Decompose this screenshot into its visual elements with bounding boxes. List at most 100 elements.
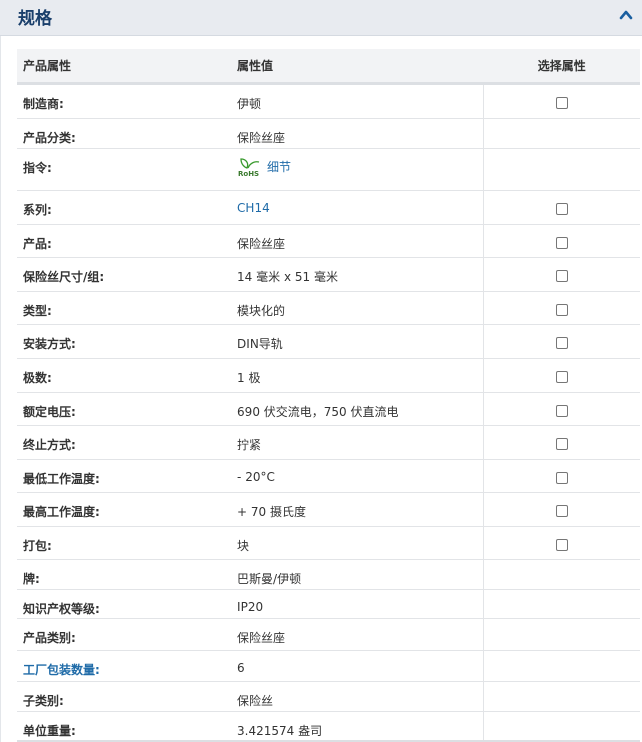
select-cell: [483, 392, 640, 426]
table-row: 单位重量: 3.421574 盎司: [17, 711, 640, 741]
attribute-name: 最高工作温度:: [17, 492, 232, 527]
select-attribute-checkbox[interactable]: [555, 538, 568, 551]
select-cell: [483, 711, 640, 741]
attribute-value: 14 毫米 x 51 毫米: [231, 257, 484, 292]
attribute-name: 打包:: [17, 526, 232, 560]
select-cell: [483, 681, 640, 712]
attribute-name: 知识产权等级:: [17, 589, 232, 619]
attribute-name: 系列:: [17, 190, 232, 225]
select-cell: [483, 618, 640, 651]
select-attribute-checkbox[interactable]: [555, 336, 568, 349]
select-cell: [483, 492, 640, 527]
column-header-attr: 产品属性: [17, 49, 232, 85]
table-row: 知识产权等级: IP20: [17, 589, 640, 619]
attribute-value: 1 极: [231, 358, 484, 393]
table-row: 最低工作温度: - 20°C: [17, 459, 640, 493]
spec-panel: 产品属性 属性值 选择属性 制造商: 伊顿 产品分类: 保险丝座 指令: RoHS 细节 系列…: [0, 36, 642, 742]
table-row: 子类别: 保险丝: [17, 681, 640, 712]
attribute-value: 拧紧: [231, 425, 484, 460]
attribute-name: 制造商:: [17, 83, 232, 119]
select-cell: [483, 257, 640, 292]
table-row: 终止方式: 拧紧: [17, 425, 640, 460]
attribute-value: 6: [231, 650, 484, 682]
attribute-value: DIN导轨: [231, 324, 484, 359]
attribute-value: 模块化的: [231, 291, 484, 325]
select-cell: [483, 118, 640, 149]
attribute-name: 安装方式:: [17, 324, 232, 359]
select-attribute-checkbox[interactable]: [555, 471, 568, 484]
attribute-value: 保险丝座: [231, 618, 484, 651]
chevron-up-icon[interactable]: [618, 8, 634, 22]
attribute-name: 极数:: [17, 358, 232, 393]
rohs-detail[interactable]: RoHS 细节: [237, 157, 291, 177]
attribute-name[interactable]: 工厂包装数量:: [17, 650, 232, 682]
table-row: 类型: 模块化的: [17, 291, 640, 325]
select-attribute-checkbox[interactable]: [555, 370, 568, 383]
select-attribute-checkbox[interactable]: [555, 303, 568, 316]
attribute-name: 产品分类:: [17, 118, 232, 149]
table-row: 系列: CH14: [17, 190, 640, 225]
attribute-value: 伊顿: [231, 83, 484, 119]
spec-section-header[interactable]: 规格: [0, 0, 642, 36]
spec-table: 产品属性 属性值 选择属性 制造商: 伊顿 产品分类: 保险丝座 指令: RoHS 细节 系列…: [17, 49, 640, 741]
attribute-value: 3.421574 盎司: [231, 711, 484, 741]
attribute-value: IP20: [231, 589, 484, 619]
attribute-name: 最低工作温度:: [17, 459, 232, 493]
select-cell: [483, 526, 640, 560]
select-cell: [483, 459, 640, 493]
attribute-name: 保险丝尺寸/组:: [17, 257, 232, 292]
table-row: 制造商: 伊顿: [17, 83, 640, 119]
attribute-name: 单位重量:: [17, 711, 232, 741]
attribute-name: 类型:: [17, 291, 232, 325]
column-header-value: 属性值: [231, 49, 484, 85]
table-row: 指令: RoHS 细节: [17, 148, 640, 191]
table-row: 最高工作温度: + 70 摄氏度: [17, 492, 640, 527]
select-cell: [483, 83, 640, 119]
table-row: 安装方式: DIN导轨: [17, 324, 640, 359]
table-row: 牌: 巴斯曼/伊顿: [17, 559, 640, 590]
column-header-select: 选择属性: [483, 49, 640, 85]
attribute-name: 指令:: [17, 148, 232, 191]
select-attribute-checkbox[interactable]: [555, 202, 568, 215]
table-row: 极数: 1 极: [17, 358, 640, 393]
select-attribute-checkbox[interactable]: [555, 269, 568, 282]
attribute-name: 产品:: [17, 224, 232, 258]
select-cell: [483, 559, 640, 590]
select-cell: [483, 224, 640, 258]
table-row: 产品: 保险丝座: [17, 224, 640, 258]
select-cell: [483, 425, 640, 460]
table-row: 工厂包装数量: 6: [17, 650, 640, 682]
attribute-name: 子类别:: [17, 681, 232, 712]
select-attribute-checkbox[interactable]: [555, 404, 568, 417]
table-row: 打包: 块: [17, 526, 640, 560]
table-row: 产品类别: 保险丝座: [17, 618, 640, 651]
select-cell: [483, 589, 640, 619]
table-row: 产品分类: 保险丝座: [17, 118, 640, 149]
select-attribute-checkbox[interactable]: [555, 437, 568, 450]
table-header-row: 产品属性 属性值 选择属性: [17, 49, 640, 85]
attribute-name: 额定电压:: [17, 392, 232, 426]
attribute-value: 巴斯曼/伊顿: [231, 559, 484, 590]
select-cell: [483, 291, 640, 325]
select-attribute-checkbox[interactable]: [555, 236, 568, 249]
select-cell: [483, 148, 640, 191]
section-title: 规格: [18, 9, 52, 29]
rohs-details-link[interactable]: 细节: [267, 158, 291, 175]
select-attribute-checkbox[interactable]: [555, 504, 568, 517]
select-cell: [483, 324, 640, 359]
select-cell: [483, 190, 640, 225]
attribute-value: 保险丝: [231, 681, 484, 712]
attribute-name: 牌:: [17, 559, 232, 590]
select-attribute-checkbox[interactable]: [555, 96, 568, 109]
attribute-value: RoHS 细节: [231, 148, 484, 191]
select-cell: [483, 650, 640, 682]
table-row: 保险丝尺寸/组: 14 毫米 x 51 毫米: [17, 257, 640, 292]
attribute-value: - 20°C: [231, 459, 484, 493]
select-cell: [483, 358, 640, 393]
attribute-name: 终止方式:: [17, 425, 232, 460]
attribute-value: 保险丝座: [231, 118, 484, 149]
attribute-value[interactable]: CH14: [231, 190, 484, 225]
table-row: 额定电压: 690 伏交流电，750 伏直流电: [17, 392, 640, 426]
attribute-name: 产品类别:: [17, 618, 232, 651]
attribute-value: + 70 摄氏度: [231, 492, 484, 527]
